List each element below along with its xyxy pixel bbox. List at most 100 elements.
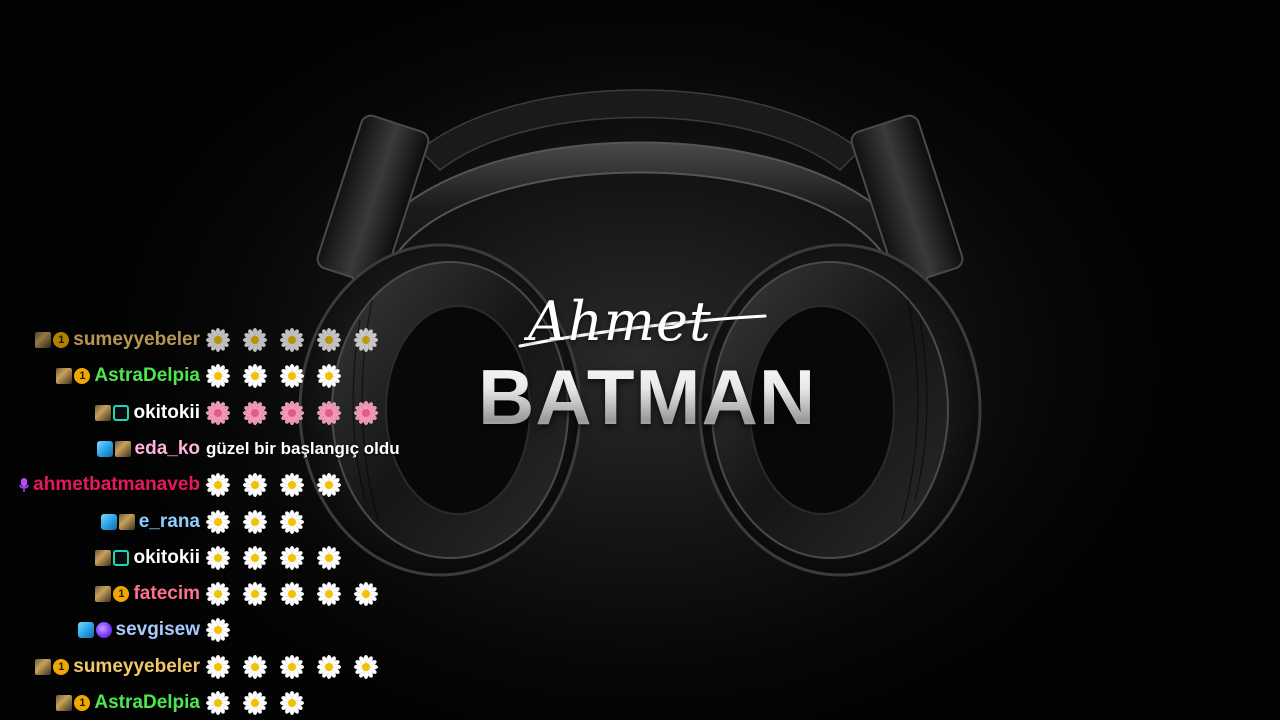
chat-username[interactable]: AstraDelpia: [94, 692, 200, 714]
chat-author: sevgisew: [77, 612, 201, 648]
chat-content: [205, 612, 243, 648]
daisy-emote-icon: [242, 690, 268, 716]
channel-logo: Ahmet BATMAN: [470, 290, 815, 450]
chat-username[interactable]: sumeyyebeler: [73, 329, 200, 351]
chat-username[interactable]: eda_ko: [135, 438, 200, 460]
chat-content: [205, 649, 391, 685]
chat-message: sevgisew: [0, 612, 480, 648]
chat-author: 1 sumeyyebeler: [35, 322, 200, 358]
daisy-emote-icon: [316, 327, 342, 353]
daisy-emote-icon: [279, 364, 305, 389]
subscriber-badge-icon: [56, 368, 73, 385]
chat-message: eda_ko güzel bir başlangıç oldu: [0, 431, 480, 467]
subscriber-badge-icon: [95, 404, 112, 421]
daisy-emote-icon: [205, 509, 231, 534]
chat-message-text: güzel bir başlangıç oldu: [206, 438, 400, 458]
subscriber-badge-icon: [35, 332, 52, 348]
daisy-emote-icon: [242, 581, 268, 607]
chat-username[interactable]: fatecim: [133, 583, 200, 605]
chat-overlay: 1 sumeyyebeler 1 AstraDelpia okitokii eda_ko g…: [0, 322, 480, 720]
chat-content: [205, 576, 391, 612]
daisy-emote-icon: [205, 327, 231, 353]
subscriber-badge-icon: [56, 695, 73, 711]
grid-badge-icon: [113, 549, 130, 566]
daisy-emote-icon: [205, 690, 231, 716]
chat-author: 1 AstraDelpia: [56, 685, 200, 720]
heart-badge-icon: [95, 622, 112, 639]
chat-username[interactable]: okitokii: [133, 402, 200, 424]
chat-username[interactable]: sevgisew: [116, 619, 201, 641]
subscriber-badge-icon: [35, 658, 52, 675]
chat-message: 1 sumeyyebeler: [0, 649, 480, 685]
cube-badge-icon: [96, 440, 113, 457]
cube-badge-icon: [100, 513, 117, 530]
daisy-emote-icon: [205, 618, 231, 643]
chat-message: 1 AstraDelpia: [0, 358, 480, 394]
pink-flower-emote-icon: [242, 400, 268, 425]
gift-badge-icon: 1: [53, 332, 70, 348]
subscriber-badge-icon: [118, 513, 135, 530]
chat-username[interactable]: okitokii: [133, 547, 200, 569]
daisy-emote-icon: [316, 545, 342, 570]
daisy-emote-icon: [205, 581, 231, 607]
chat-username[interactable]: ahmetbatmanaveb: [33, 474, 200, 496]
chat-author: 1 fatecim: [95, 576, 200, 612]
daisy-emote-icon: [279, 472, 305, 498]
daisy-emote-icon: [279, 545, 305, 570]
chat-message: e_rana: [0, 504, 480, 540]
chat-author: 1 AstraDelpia: [56, 358, 200, 394]
chat-author: okitokii: [95, 395, 200, 431]
daisy-emote-icon: [205, 654, 231, 679]
logo-block-text: BATMAN: [478, 353, 817, 441]
daisy-emote-icon: [242, 327, 268, 353]
gift-badge-icon: 1: [74, 695, 91, 711]
chat-message: 1 fatecim: [0, 576, 480, 612]
subscriber-badge-icon: [95, 586, 112, 603]
grid-badge-icon: [113, 404, 130, 421]
daisy-emote-icon: [242, 545, 268, 570]
daisy-emote-icon: [353, 654, 379, 679]
daisy-emote-icon: [279, 327, 305, 353]
daisy-emote-icon: [205, 545, 231, 570]
subscriber-badge-icon: [95, 549, 112, 566]
daisy-emote-icon: [279, 654, 305, 679]
chat-username[interactable]: sumeyyebeler: [73, 656, 200, 678]
daisy-emote-icon: [242, 364, 268, 389]
pink-flower-emote-icon: [316, 400, 342, 425]
daisy-emote-icon: [316, 472, 342, 498]
chat-author: e_rana: [100, 504, 200, 540]
daisy-emote-icon: [205, 364, 231, 389]
gift-badge-icon: 1: [113, 586, 130, 603]
chat-message: 1 AstraDelpia: [0, 685, 480, 720]
chat-content: [205, 395, 391, 431]
chat-username[interactable]: e_rana: [139, 511, 200, 533]
chat-content: [205, 685, 317, 720]
chat-message: okitokii: [0, 540, 480, 576]
daisy-emote-icon: [279, 690, 305, 716]
chat-content: güzel bir başlangıç oldu: [206, 431, 400, 467]
chat-author: 1 sumeyyebeler: [35, 649, 200, 685]
chat-content: [205, 467, 354, 503]
chat-author: okitokii: [95, 540, 200, 576]
microphone-badge-icon: [19, 477, 29, 493]
chat-username[interactable]: AstraDelpia: [94, 365, 200, 387]
daisy-emote-icon: [242, 472, 268, 498]
daisy-emote-icon: [316, 364, 342, 389]
gift-badge-icon: 1: [74, 368, 91, 385]
pink-flower-emote-icon: [279, 400, 305, 425]
daisy-emote-icon: [316, 581, 342, 607]
gift-badge-icon: 1: [53, 658, 70, 675]
daisy-emote-icon: [279, 509, 305, 534]
pink-flower-emote-icon: [353, 400, 379, 425]
chat-author: ahmetbatmanaveb: [19, 467, 200, 503]
chat-message: okitokii: [0, 395, 480, 431]
chat-content: [205, 358, 354, 394]
logo-script-text: Ahmet: [528, 290, 712, 353]
daisy-emote-icon: [353, 581, 379, 607]
daisy-emote-icon: [353, 327, 379, 353]
daisy-emote-icon: [316, 654, 342, 679]
chat-message: 1 sumeyyebeler: [0, 322, 480, 358]
chat-content: [205, 322, 391, 358]
chat-message: ahmetbatmanaveb: [0, 467, 480, 503]
chat-content: [205, 504, 317, 540]
